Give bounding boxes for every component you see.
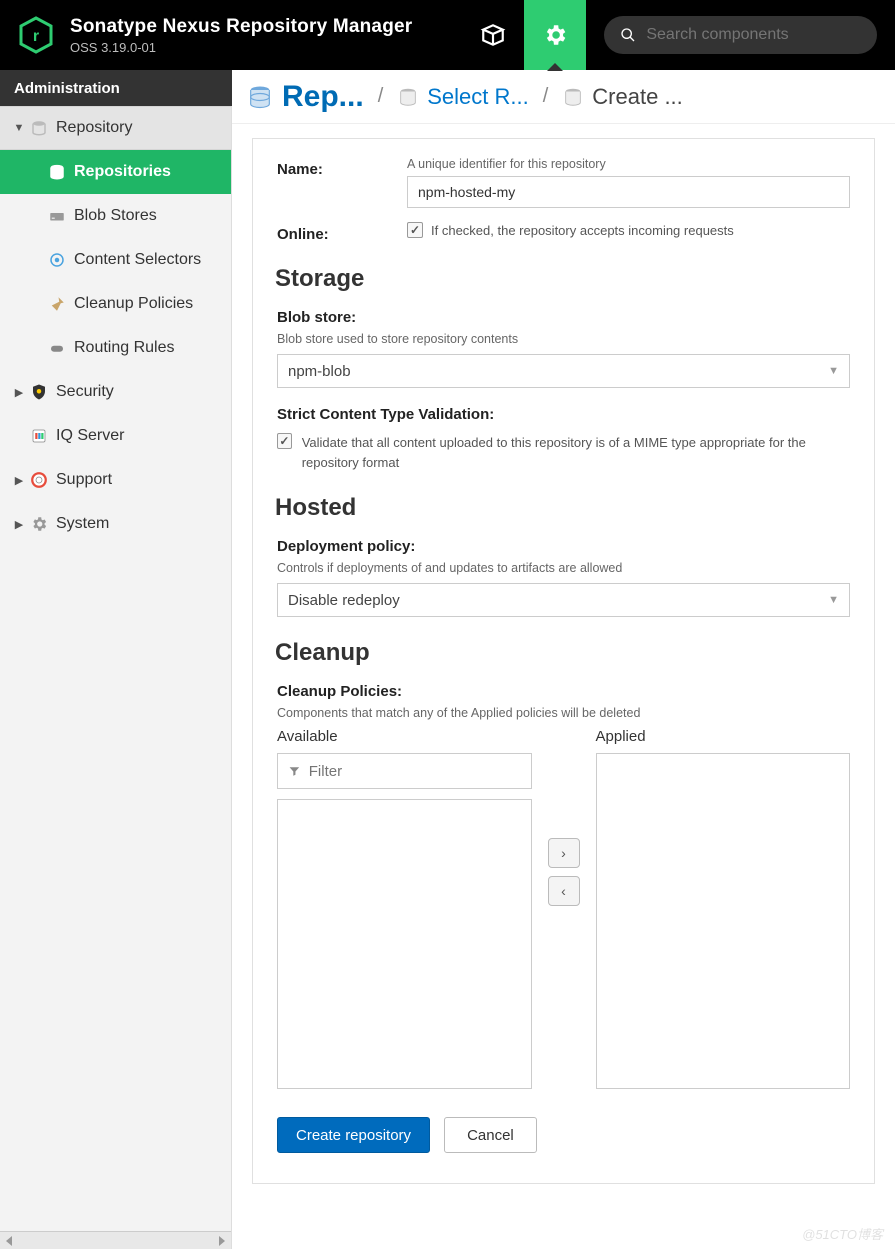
name-label: Name: xyxy=(277,157,407,208)
applied-column-title: Applied xyxy=(596,728,851,745)
sidebar: Administration ▼ Repository Repositories… xyxy=(0,70,232,1249)
chevron-down-icon: ▼ xyxy=(12,122,26,134)
svg-text:r: r xyxy=(33,28,39,45)
cancel-button[interactable]: Cancel xyxy=(444,1117,537,1153)
sidebar-item-iq-server[interactable]: IQ Server xyxy=(0,414,231,458)
chevron-down-icon: ▼ xyxy=(828,594,839,606)
sidebar-item-label: System xyxy=(56,515,109,533)
sidebar-item-label: Cleanup Policies xyxy=(74,295,193,313)
sidebar-scroll-footer[interactable] xyxy=(0,1231,231,1249)
sidebar-item-label: Repositories xyxy=(74,163,171,181)
sidebar-item-blob-stores[interactable]: Blob Stores xyxy=(0,194,231,238)
filter-icon xyxy=(288,764,301,778)
online-label: Online: xyxy=(277,222,407,243)
chevron-right-icon: ▶ xyxy=(12,474,26,487)
broom-icon xyxy=(46,295,68,313)
sidebar-item-label: Blob Stores xyxy=(74,207,157,225)
chevron-right-icon: ▶ xyxy=(12,386,26,399)
available-list[interactable] xyxy=(277,799,532,1089)
breadcrumb-root[interactable]: Rep... xyxy=(246,80,364,114)
applied-list[interactable] xyxy=(596,753,851,1089)
iq-icon xyxy=(28,427,50,445)
cleanup-policies-hint: Components that match any of the Applied… xyxy=(277,706,850,720)
blob-store-label: Blob store: xyxy=(277,309,850,326)
database-icon xyxy=(246,83,274,111)
available-filter[interactable] xyxy=(277,753,532,789)
drive-icon xyxy=(46,207,68,225)
deployment-policy-select[interactable]: Disable redeploy ▼ xyxy=(277,583,850,617)
cleanup-policies-label: Cleanup Policies: xyxy=(277,683,850,700)
database-icon xyxy=(28,119,50,137)
available-column-title: Available xyxy=(277,728,532,745)
sidebar-item-cleanup-policies[interactable]: Cleanup Policies xyxy=(0,282,231,326)
top-header: r Sonatype Nexus Repository Manager OSS … xyxy=(0,0,895,70)
sidebar-item-security[interactable]: ▶ Security xyxy=(0,370,231,414)
create-repository-button[interactable]: Create repository xyxy=(277,1117,430,1153)
admin-section-header: Administration xyxy=(0,70,232,106)
chevron-down-icon: ▼ xyxy=(828,365,839,377)
search-input[interactable] xyxy=(646,26,861,44)
sidebar-item-routing-rules[interactable]: Routing Rules xyxy=(0,326,231,370)
main-content: Rep... / Select R... / Create ... Name: … xyxy=(232,70,895,1249)
search-box[interactable] xyxy=(604,16,877,54)
breadcrumb-separator: / xyxy=(543,85,549,108)
sidebar-item-content-selectors[interactable]: Content Selectors xyxy=(0,238,231,282)
gear-icon xyxy=(28,515,50,533)
database-icon xyxy=(397,86,419,108)
sidebar-item-system[interactable]: ▶ System xyxy=(0,502,231,546)
blob-store-value: npm-blob xyxy=(288,363,351,380)
search-icon xyxy=(620,27,636,43)
browse-mode-button[interactable] xyxy=(462,0,524,70)
create-repository-form: Name: A unique identifier for this repos… xyxy=(252,138,875,1184)
move-right-button[interactable]: › xyxy=(548,838,580,868)
deployment-policy-hint: Controls if deployments of and updates t… xyxy=(277,561,850,575)
blob-store-select[interactable]: npm-blob ▼ xyxy=(277,354,850,388)
sidebar-item-repositories[interactable]: Repositories xyxy=(0,150,231,194)
strict-validation-hint: Validate that all content uploaded to th… xyxy=(302,433,850,472)
name-hint: A unique identifier for this repository xyxy=(407,157,850,171)
lifebuoy-icon xyxy=(28,471,50,489)
admin-mode-button[interactable] xyxy=(524,0,586,70)
shield-icon xyxy=(28,383,50,401)
online-checkbox[interactable] xyxy=(407,222,423,238)
deployment-policy-value: Disable redeploy xyxy=(288,592,400,609)
strict-validation-label: Strict Content Type Validation: xyxy=(277,406,850,423)
breadcrumb: Rep... / Select R... / Create ... xyxy=(232,70,895,124)
cleanup-heading: Cleanup xyxy=(275,639,850,667)
database-icon xyxy=(562,86,584,108)
sidebar-item-label: Content Selectors xyxy=(74,251,201,269)
breadcrumb-create: Create ... xyxy=(562,84,682,110)
move-left-button[interactable]: ‹ xyxy=(548,876,580,906)
database-icon xyxy=(46,163,68,181)
sidebar-item-repository[interactable]: ▼ Repository xyxy=(0,106,231,150)
product-title: Sonatype Nexus Repository Manager xyxy=(70,16,412,38)
available-filter-input[interactable] xyxy=(309,763,521,780)
storage-heading: Storage xyxy=(275,265,850,293)
deployment-policy-label: Deployment policy: xyxy=(277,538,850,555)
route-icon xyxy=(46,339,68,357)
chevron-right-icon: ▶ xyxy=(12,518,26,531)
hosted-heading: Hosted xyxy=(275,494,850,522)
product-logo: r xyxy=(12,11,60,59)
strict-validation-checkbox[interactable] xyxy=(277,433,292,449)
sidebar-item-label: Support xyxy=(56,471,112,489)
breadcrumb-select-recipe[interactable]: Select R... xyxy=(397,84,528,110)
sidebar-item-label: Repository xyxy=(56,119,132,137)
online-hint: If checked, the repository accepts incom… xyxy=(431,223,734,238)
sidebar-item-label: Security xyxy=(56,383,114,401)
target-icon xyxy=(46,251,68,269)
name-input[interactable] xyxy=(407,176,850,208)
sidebar-item-support[interactable]: ▶ Support xyxy=(0,458,231,502)
product-subtitle: OSS 3.19.0-01 xyxy=(70,40,412,55)
sidebar-item-label: Routing Rules xyxy=(74,339,175,357)
breadcrumb-separator: / xyxy=(378,85,384,108)
sidebar-item-label: IQ Server xyxy=(56,427,124,445)
blob-store-hint: Blob store used to store repository cont… xyxy=(277,332,850,346)
